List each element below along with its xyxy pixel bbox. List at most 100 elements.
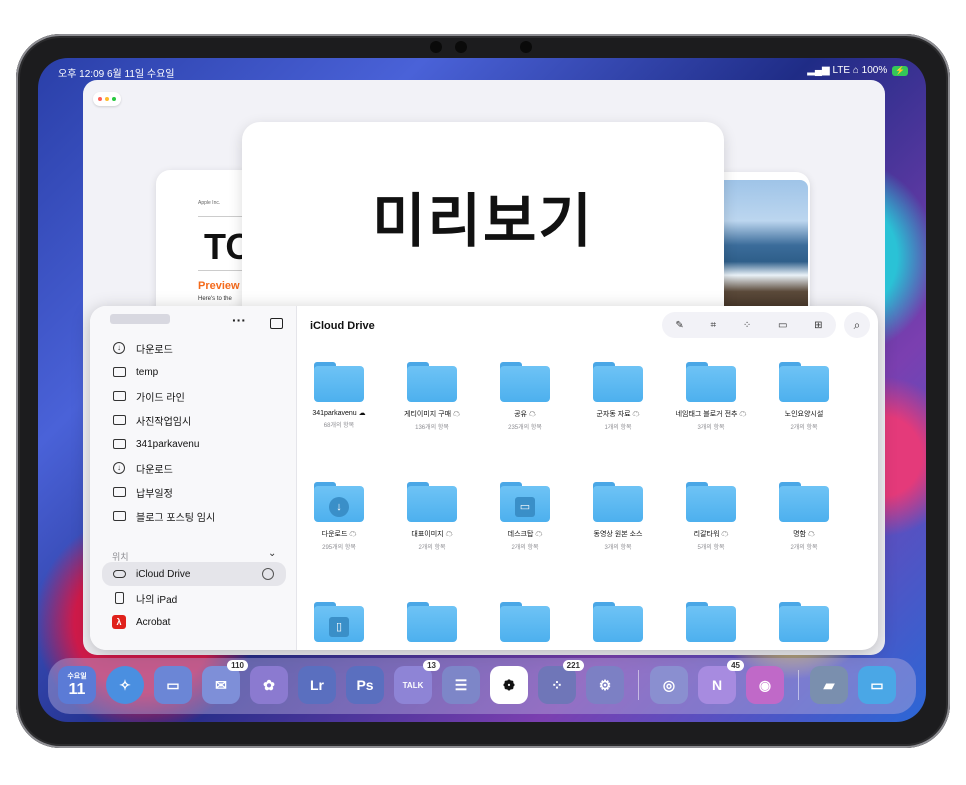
folder-item[interactable]: 동영상 원본 소스 3개의 항목 [573, 482, 663, 551]
safari-icon[interactable]: ✧ [106, 666, 144, 704]
settings-icon[interactable]: ⚙ [586, 666, 624, 704]
seascape-photo [710, 180, 808, 316]
files-browser-panel: ··· ↓ 다운로드 temp 가이드 라인 사진작업임시 341parkaven… [90, 306, 878, 650]
folder-count: 2개의 항목 [790, 545, 818, 551]
folder-icon [407, 602, 457, 642]
folder-count: 2개의 항목 [790, 425, 818, 431]
folder-item[interactable]: 341parkavenu ☁ 68개의 항목 [294, 362, 384, 429]
notes-icon[interactable]: ☰ [442, 666, 480, 704]
folder-name: 데스크탑 ☁ [507, 531, 543, 538]
sidebar-toggle-icon[interactable] [270, 318, 283, 329]
folder-item[interactable] [573, 602, 663, 642]
sidebar-item-acrobat[interactable]: λ Acrobat [102, 610, 286, 634]
lightroom-icon[interactable]: Lr [298, 666, 336, 704]
minimize-dot-icon [105, 97, 109, 101]
ipad-screen: 오후 12:09 6월 11일 수요일 ▂▄▆ LTE ⌂ 100% ⚡ App… [38, 58, 926, 722]
doc-company: Apple Inc. [198, 200, 221, 206]
sidebar-item-label: 나의 iPad [136, 594, 178, 606]
calendar-app-icon[interactable]: 수요일 11 [58, 666, 96, 704]
new-folder-icon[interactable]: ▭ [778, 320, 787, 331]
sidebar-item-payment[interactable]: 납부일정 [102, 480, 286, 504]
folder-item[interactable]: 네임태그 블로거 전추 ☁ 3개의 항목 [666, 362, 756, 431]
zoom-dot-icon [112, 97, 116, 101]
sidebar-item-blog-temp[interactable]: 블로그 포스팅 임시 [102, 504, 286, 528]
sidebar-item-downloads-2[interactable]: ↓ 다운로드 [102, 456, 286, 480]
folder-icon [314, 362, 364, 402]
acrobat-icon: λ [112, 615, 126, 629]
chevron-down-icon[interactable]: ⌄ [268, 548, 276, 559]
files-app-icon[interactable]: ▭ [154, 666, 192, 704]
sidebar-item-downloads[interactable]: ↓ 다운로드 [102, 336, 286, 360]
sidebar-item-341parkavenu[interactable]: 341parkavenu [102, 432, 286, 456]
tags-icon[interactable]: ⁘ [743, 320, 751, 331]
grid-view-icon[interactable]: ⊞ [814, 320, 822, 331]
folder-item[interactable]: 명함 ☁ 2개의 항목 [759, 482, 849, 551]
recent-app-icon[interactable]: ◎ [650, 666, 688, 704]
folder-icon [593, 362, 643, 402]
sidebar-item-label: 다운로드 [136, 344, 173, 356]
window-controls-button[interactable] [93, 92, 121, 106]
folder-count: 235개의 항목 [508, 425, 542, 431]
folder-item[interactable]: 노인요양시설 2개의 항목 [759, 362, 849, 431]
sidebar-item-photo-temp[interactable]: 사진작업임시 [102, 408, 286, 432]
folder-icon [112, 511, 126, 521]
document-icon: ▯ [329, 617, 349, 637]
files-recent-icon[interactable]: ▭ [858, 666, 896, 704]
dock-divider [798, 670, 799, 700]
folder-icon: ↓ [314, 482, 364, 522]
sidebar-item-label: 납부일정 [136, 488, 173, 500]
folder-icon [779, 602, 829, 642]
sidebar-item-temp[interactable]: temp [102, 360, 286, 384]
instagram-icon[interactable]: ◉ [746, 666, 784, 704]
sidebar-header-blurred [110, 314, 170, 324]
folder-item[interactable]: 대표이미지 ☁ 2개의 항목 [387, 482, 477, 551]
sidebar-item-icloud-drive[interactable]: iCloud Drive [102, 562, 286, 586]
ipad-icon [114, 592, 124, 604]
chatgpt-icon[interactable]: ❁ [490, 666, 528, 704]
folder-item[interactable]: 게티이미지 구매 ☁ 136개의 항목 [387, 362, 477, 431]
photoshop-icon[interactable]: Ps [346, 666, 384, 704]
sidebar-item-guideline[interactable]: 가이드 라인 [102, 384, 286, 408]
kakaotalk-icon[interactable]: TALK 13 [394, 660, 440, 704]
folder-item[interactable]: 공유 ☁ 235개의 항목 [480, 362, 570, 431]
folder-item[interactable] [387, 602, 477, 642]
sidebar-item-label: 블로그 포스팅 임시 [136, 512, 216, 524]
folder-count: 2개의 항목 [418, 545, 446, 551]
scan-icon[interactable]: ⌗ [710, 320, 716, 331]
cloud-icon [112, 570, 126, 578]
folder-icon [779, 482, 829, 522]
sidebar-item-label: iCloud Drive [136, 568, 191, 580]
folder-icon [500, 362, 550, 402]
folder-item[interactable] [480, 602, 570, 642]
folder-icon [593, 482, 643, 522]
more-options-icon[interactable]: ··· [232, 312, 246, 328]
compose-icon[interactable]: ✎ [675, 320, 683, 331]
sidebar-item-my-ipad[interactable]: 나의 iPad [102, 586, 286, 610]
folder-item[interactable] [759, 602, 849, 642]
photos-icon[interactable]: ✿ [250, 666, 288, 704]
dock: 수요일 11 ✧ ▭ ✉ 110 ✿ Lr Ps TALK 13 ☰ ❁ ⁘ 221 ⚙… [48, 658, 916, 714]
folder-item[interactable]: ▯ [294, 602, 384, 642]
folder-name: 게티이미지 구매 ☁ [404, 411, 460, 418]
calendar-day: 수요일 [67, 673, 87, 680]
search-icon[interactable]: ⌕ [844, 312, 870, 338]
mail-icon[interactable]: ✉ 110 [202, 660, 248, 704]
folder-count: 3개의 항목 [604, 545, 632, 551]
app-library-icon[interactable]: ⁘ 221 [538, 660, 584, 704]
folder-item[interactable]: 리갈타워 ☁ 5개의 항목 [666, 482, 756, 551]
folder-item[interactable]: ▭ 데스크탑 ☁ 2개의 항목 [480, 482, 570, 551]
signal-icon: ▂▄▆ [807, 65, 833, 76]
calendar-date: 11 [68, 681, 86, 698]
camera-dot [430, 41, 442, 53]
sync-progress-icon [262, 568, 274, 580]
folder-item[interactable] [666, 602, 756, 642]
folder-item[interactable]: ↓ 다운로드 ☁ 295개의 항목 [294, 482, 384, 551]
recent-photo-icon[interactable]: ▰ [810, 666, 848, 704]
folder-icon [779, 362, 829, 402]
download-icon: ↓ [329, 497, 349, 517]
notion-icon[interactable]: N 45 [698, 660, 744, 704]
sidebar-item-label: 341parkavenu [136, 438, 200, 450]
close-dot-icon [98, 97, 102, 101]
folder-item[interactable]: 군자동 자료 ☁ 1개의 항목 [573, 362, 663, 431]
notion-badge: 45 [727, 660, 744, 671]
